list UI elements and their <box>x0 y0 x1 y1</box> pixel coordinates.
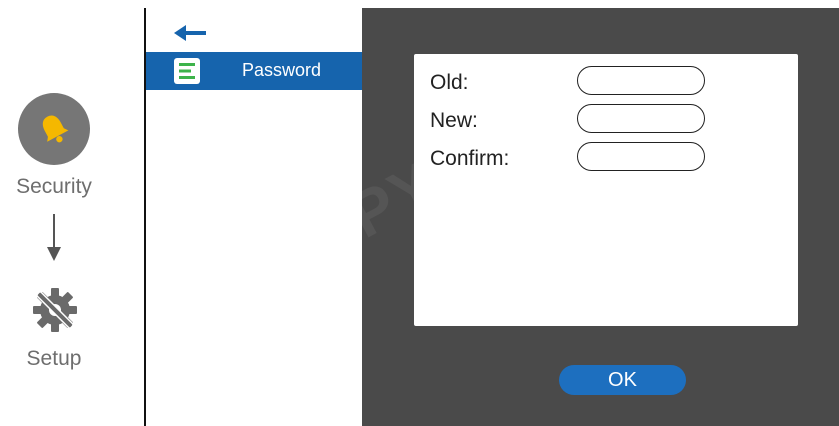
setup-step-label: Setup <box>26 347 82 370</box>
ok-button[interactable]: OK <box>559 365 686 395</box>
new-password-label: New: <box>430 109 478 132</box>
menu-item-password[interactable]: Password <box>146 52 362 90</box>
security-step-label: Security <box>16 175 92 198</box>
bell-icon <box>42 115 69 143</box>
back-button[interactable] <box>174 24 208 42</box>
confirm-password-label: Confirm: <box>430 147 510 170</box>
old-password-label: Old: <box>430 71 469 94</box>
gear-wrench-icon <box>33 288 77 332</box>
settings-menu: Password <box>146 8 362 426</box>
arrow-down-icon <box>47 214 61 261</box>
password-dialog: Old: New: Confirm: <box>414 54 798 326</box>
list-icon <box>174 58 200 84</box>
confirm-password-field[interactable] <box>577 142 705 171</box>
new-password-field[interactable] <box>577 104 705 133</box>
old-password-field[interactable] <box>577 66 705 95</box>
navigation-guide: Security Setup <box>0 0 124 426</box>
security-step-badge <box>18 93 90 165</box>
menu-item-label: Password <box>242 60 322 80</box>
arrow-left-icon <box>174 25 206 41</box>
device-screen: SPYSHOP Password Old: New: <box>144 8 839 426</box>
